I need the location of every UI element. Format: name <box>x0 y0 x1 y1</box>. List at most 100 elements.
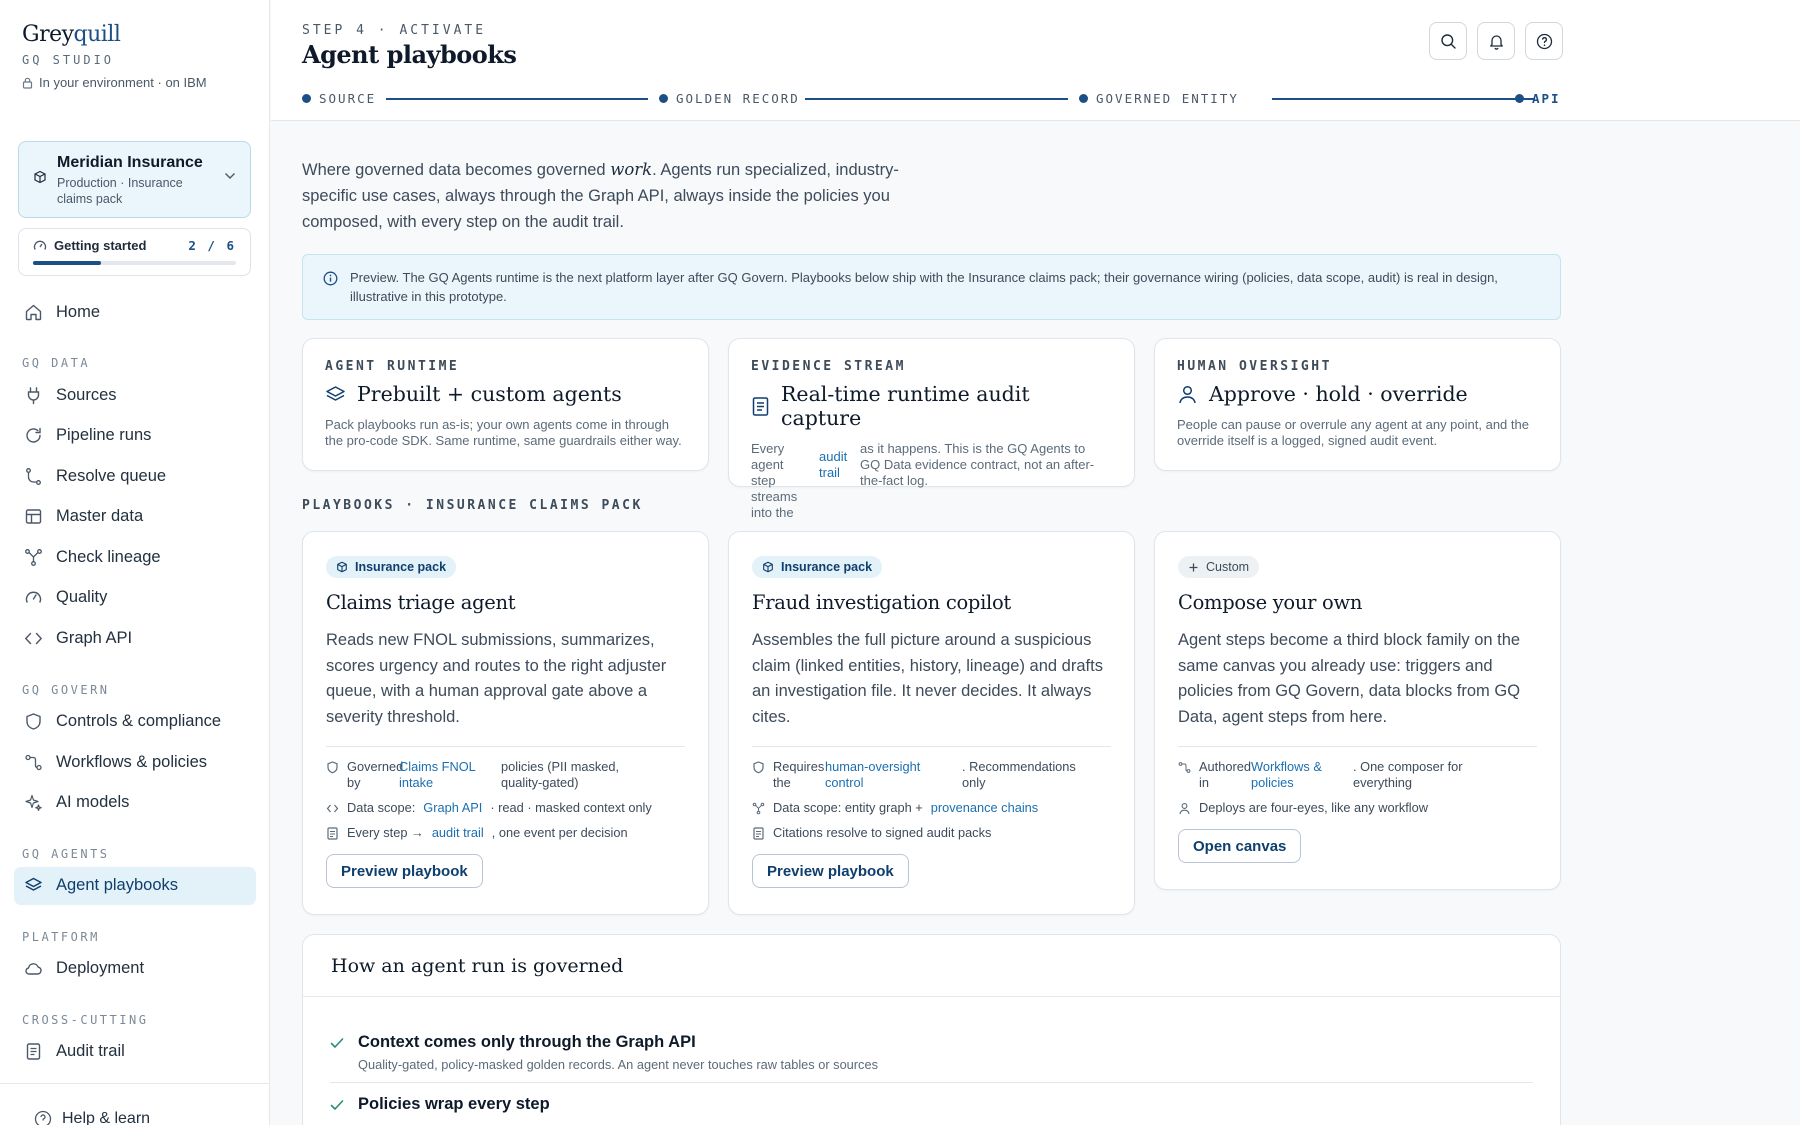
playbook-card-fraud-copilot: Insurance pack Fraud investigation copil… <box>728 531 1135 915</box>
stepper-connector <box>1272 98 1534 100</box>
meta-text: , one event per decision <box>491 825 628 840</box>
feature-title: Real-time runtime audit capture <box>751 382 1112 430</box>
search-button[interactable] <box>1429 22 1467 60</box>
feature-desc-b: as it happens. This is the GQ Agents to … <box>860 441 1095 488</box>
sidebar-item-workflows[interactable]: Workflows & policies <box>14 743 256 781</box>
getting-started-label: Getting started <box>54 238 147 253</box>
sidebar-item-pipeline-runs[interactable]: Pipeline runs <box>14 417 256 455</box>
sidebar-item-check-lineage[interactable]: Check lineage <box>14 538 256 576</box>
environment-label: In your environment · on IBM <box>39 75 207 90</box>
brand-logo[interactable]: Greyquill <box>22 22 207 47</box>
sidebar-item-controls[interactable]: Controls & compliance <box>14 703 256 741</box>
pack-badge: Insurance pack <box>326 556 457 578</box>
meta-text: Data scope: entity graph + <box>773 800 923 815</box>
sidebar-item-label: Agent playbooks <box>56 876 179 895</box>
divider <box>752 746 1111 747</box>
user-icon <box>1177 384 1198 405</box>
shield-icon <box>24 712 43 731</box>
workflow-icon <box>24 753 43 772</box>
stepper-step-golden-record[interactable]: GOLDEN RECORD <box>659 91 800 106</box>
org-switcher[interactable]: Meridian Insurance Production · Insuranc… <box>18 141 251 218</box>
sidebar-item-home[interactable]: Home <box>14 293 256 331</box>
stepper-step-source[interactable]: SOURCE <box>302 91 376 106</box>
sidebar-item-label: Home <box>56 302 101 321</box>
preview-playbook-button[interactable]: Preview playbook <box>326 854 483 888</box>
open-canvas-button[interactable]: Open canvas <box>1178 829 1302 863</box>
brand: Greyquill GQ STUDIO In your environment … <box>22 22 207 90</box>
playbook-desc: Reads new FNOL submissions, summarizes, … <box>326 631 667 726</box>
workflows-link[interactable]: Workflows & policies <box>1251 759 1341 791</box>
graph-api-link[interactable]: Graph API <box>423 800 482 816</box>
meta-text: . Recommendations only <box>962 759 1076 790</box>
document-icon <box>24 1042 43 1061</box>
sidebar-item-help[interactable]: Help & learn <box>0 1083 269 1125</box>
meta-data-scope: Data scope: entity graph + provenance cha… <box>752 800 1111 816</box>
sidebar-item-label: Graph API <box>56 629 133 648</box>
refresh-icon <box>24 426 43 445</box>
user-icon <box>1178 800 1191 815</box>
badge-label: Insurance pack <box>355 560 447 574</box>
shield-icon <box>752 759 765 774</box>
governance-title: How an agent run is governed <box>303 935 1560 997</box>
sidebar-item-graph-api[interactable]: Graph API <box>14 620 256 658</box>
meta-text: Governed by <box>347 759 404 790</box>
sidebar-item-audit-trail[interactable]: Audit trail <box>14 1033 256 1071</box>
getting-started-progress[interactable]: Getting started 2 / 6 <box>18 228 251 276</box>
meta-governance: Governed by Claims FNOL intake policies (P… <box>326 759 685 791</box>
stepper-step-governed-entity[interactable]: GOVERNED ENTITY <box>1079 91 1239 106</box>
feature-card-agent-runtime: AGENT RUNTIME Prebuilt + custom agents P… <box>302 338 709 471</box>
meta-audit: Every step → audit trail , one event per d… <box>326 825 685 841</box>
oversight-control-link[interactable]: human-oversight control <box>825 759 950 791</box>
sidebar-item-agent-playbooks[interactable]: Agent playbooks <box>14 866 256 905</box>
audit-trail-link[interactable]: audit trail <box>432 825 484 841</box>
workflow-icon <box>1178 759 1191 774</box>
home-icon <box>24 303 43 322</box>
sidebar-item-sources[interactable]: Sources <box>14 376 256 414</box>
meta-citations: Citations resolve to signed audit packs <box>752 825 1111 841</box>
sparkle-icon <box>24 793 43 812</box>
sidebar-item-master-data[interactable]: Master data <box>14 498 256 536</box>
step-dot <box>1515 94 1524 103</box>
governance-item-title: Policies wrap every step <box>358 1095 550 1113</box>
policy-link[interactable]: Claims FNOL intake <box>399 759 489 791</box>
step-dot <box>659 94 668 103</box>
meta-text: · read · masked context only <box>490 800 652 815</box>
getting-started-count: 2 / 6 <box>188 238 236 253</box>
nav-section-cross-cutting: CROSS-CUTTING <box>22 1012 149 1027</box>
sidebar-item-deployment[interactable]: Deployment <box>14 950 256 988</box>
stepper-connector <box>805 98 1068 100</box>
governance-item: Context comes only through the Graph API… <box>330 1033 1533 1083</box>
help-circle-icon <box>34 1110 52 1125</box>
cloud-icon <box>24 959 43 978</box>
governance-item-title: Context comes only through the Graph API <box>358 1033 696 1051</box>
environment-note: In your environment · on IBM <box>22 75 207 90</box>
feature-title-text: Approve · hold · override <box>1209 382 1468 406</box>
shield-icon <box>326 759 339 774</box>
sidebar-item-quality[interactable]: Quality <box>14 579 256 617</box>
playbook-title: Claims triage agent <box>326 591 516 614</box>
governance-item: Policies wrap every step <box>330 1095 1533 1124</box>
preview-notice: Preview. The GQ Agents runtime is the ne… <box>302 254 1561 320</box>
sidebar-item-label: Deployment <box>56 959 145 978</box>
meta-text: Every step → <box>347 825 424 840</box>
meta-oversight: Requires the human-oversight control . Rec… <box>752 759 1111 791</box>
sidebar-item-resolve-queue[interactable]: Resolve queue <box>14 457 256 495</box>
step-label: API <box>1532 91 1561 106</box>
provenance-link[interactable]: provenance chains <box>931 800 1038 816</box>
sidebar-item-label: Sources <box>56 385 117 404</box>
feature-title: Prebuilt + custom agents <box>325 382 686 406</box>
audit-trail-link[interactable]: audit trail <box>819 441 852 521</box>
help-button[interactable] <box>1525 22 1563 60</box>
preview-playbook-button[interactable]: Preview playbook <box>752 854 909 888</box>
document-icon <box>752 825 765 840</box>
lineage-icon <box>752 800 765 815</box>
chevron-down-icon <box>224 172 236 180</box>
sidebar-item-ai-models[interactable]: AI models <box>14 784 256 822</box>
package-icon <box>762 561 774 573</box>
playbooks-section-label: PLAYBOOKS · INSURANCE CLAIMS PACK <box>302 498 643 513</box>
feature-eyebrow: HUMAN OVERSIGHT <box>1177 359 1332 374</box>
stepper-step-api[interactable]: API <box>1515 91 1561 106</box>
meta-text: Data scope: <box>347 800 416 815</box>
notifications-button[interactable] <box>1477 22 1515 60</box>
feature-desc: Pack playbooks run as-is; your own agent… <box>325 417 682 448</box>
